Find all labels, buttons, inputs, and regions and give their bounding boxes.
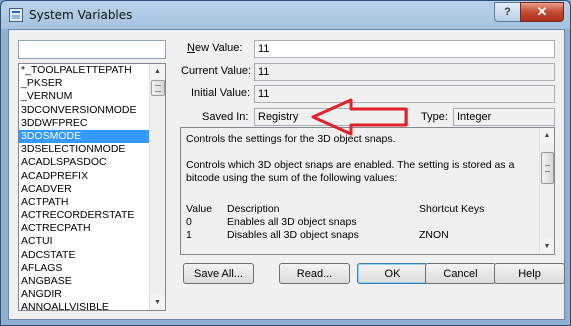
list-item[interactable]: 3DOSMODE [19,129,149,144]
table-cell-description: Disables all 3D object snaps [227,229,359,241]
type-field: Integer [453,108,555,126]
new-value-input[interactable]: 11 [254,40,555,58]
scroll-up-icon[interactable]: ▲ [150,64,165,79]
close-button[interactable]: ✕ [520,2,564,22]
list-scroll-thumb[interactable] [151,80,165,96]
list-item[interactable]: _VERNUM [19,90,149,103]
list-item[interactable]: ANGDIR [19,288,149,301]
list-item[interactable]: _PKSER [19,77,149,90]
cancel-button[interactable]: Cancel [425,263,496,284]
initial-value-label: Initial Value: [191,87,251,99]
list-item[interactable]: *_TOOLPALETTEPATH [19,64,149,77]
saved-in-field: Registry [254,108,408,126]
ok-button[interactable]: OK [357,263,428,284]
table-header-shortcut: Shortcut Keys [419,203,485,215]
list-item[interactable]: ACADVER [19,183,149,196]
help-caption-button[interactable]: ? [494,2,520,22]
table-header-value: Value [186,203,213,215]
list-item[interactable]: ACADLSPASDOC [19,156,149,169]
description-scroll-thumb[interactable] [541,152,554,184]
list-item[interactable]: ANGBASE [19,275,149,288]
list-item[interactable]: ACTUI [19,235,149,248]
variable-list[interactable]: *_TOOLPALETTEPATH _PKSER _VERNUM 3DCONVERSI… [18,63,166,311]
title-bar[interactable]: System Variables ? ✕ [1,1,570,29]
app-icon [9,8,23,22]
dialog-body: *_TOOLPALETTEPATH _PKSER _VERNUM 3DCONVERSI… [8,29,565,320]
list-item[interactable]: 3DDWFPREC [19,117,149,130]
scroll-down-icon[interactable]: ▼ [540,239,554,254]
window-title: System Variables [29,8,133,22]
list-item[interactable]: 3DSELECTIONMODE [19,143,149,156]
description-line-1: Controls the settings for the 3D object … [186,133,396,145]
list-item[interactable]: ACTPATH [19,196,149,209]
table-cell-shortcut: ZNON [419,229,449,241]
search-input[interactable] [18,40,166,59]
table-cell-value: 1 [186,229,192,241]
scroll-down-icon[interactable]: ▼ [150,295,165,310]
table-cell-description: Enables all 3D object snaps [227,216,357,228]
caption-buttons: ? ✕ [494,2,564,22]
list-item[interactable]: ACTRECPATH [19,222,149,235]
table-cell-value: 0 [186,216,192,228]
list-item[interactable]: 3DCONVERSIONMODE [19,104,149,117]
initial-value-field: 11 [254,85,555,103]
read-button[interactable]: Read... [279,263,350,284]
save-all-button[interactable]: Save All... [183,263,254,284]
description-scrollbar[interactable]: ▲ ▼ [539,128,554,254]
list-item[interactable]: ADCSTATE [19,249,149,262]
scroll-up-icon[interactable]: ▲ [540,128,554,143]
list-item[interactable]: AFLAGS [19,262,149,275]
list-scrollbar[interactable]: ▲ ▼ [149,64,165,310]
system-variables-window: System Variables ? ✕ *_TOOLPALETTEPATH _P… [0,0,571,326]
list-item[interactable]: ANNOALLVISIBLE [19,301,149,310]
current-value-label: Current Value: [181,65,252,77]
list-item[interactable]: ACTRECORDERSTATE [19,209,149,222]
variable-list-items: *_TOOLPALETTEPATH _PKSER _VERNUM 3DCONVERSI… [19,64,149,310]
new-value-label-text: ew Value: [194,42,243,54]
current-value-field: 11 [254,63,555,81]
new-value-label: New Value: [187,42,243,54]
description-line-2: Controls which 3D object snaps are enabl… [186,159,515,184]
help-button[interactable]: Help [494,263,565,284]
table-header-description: Description [227,203,280,215]
list-item[interactable]: ACADPREFIX [19,170,149,183]
type-label: Type: [421,111,448,123]
description-panel[interactable]: Controls the settings for the 3D object … [180,127,555,255]
saved-in-label: Saved In: [202,111,249,123]
